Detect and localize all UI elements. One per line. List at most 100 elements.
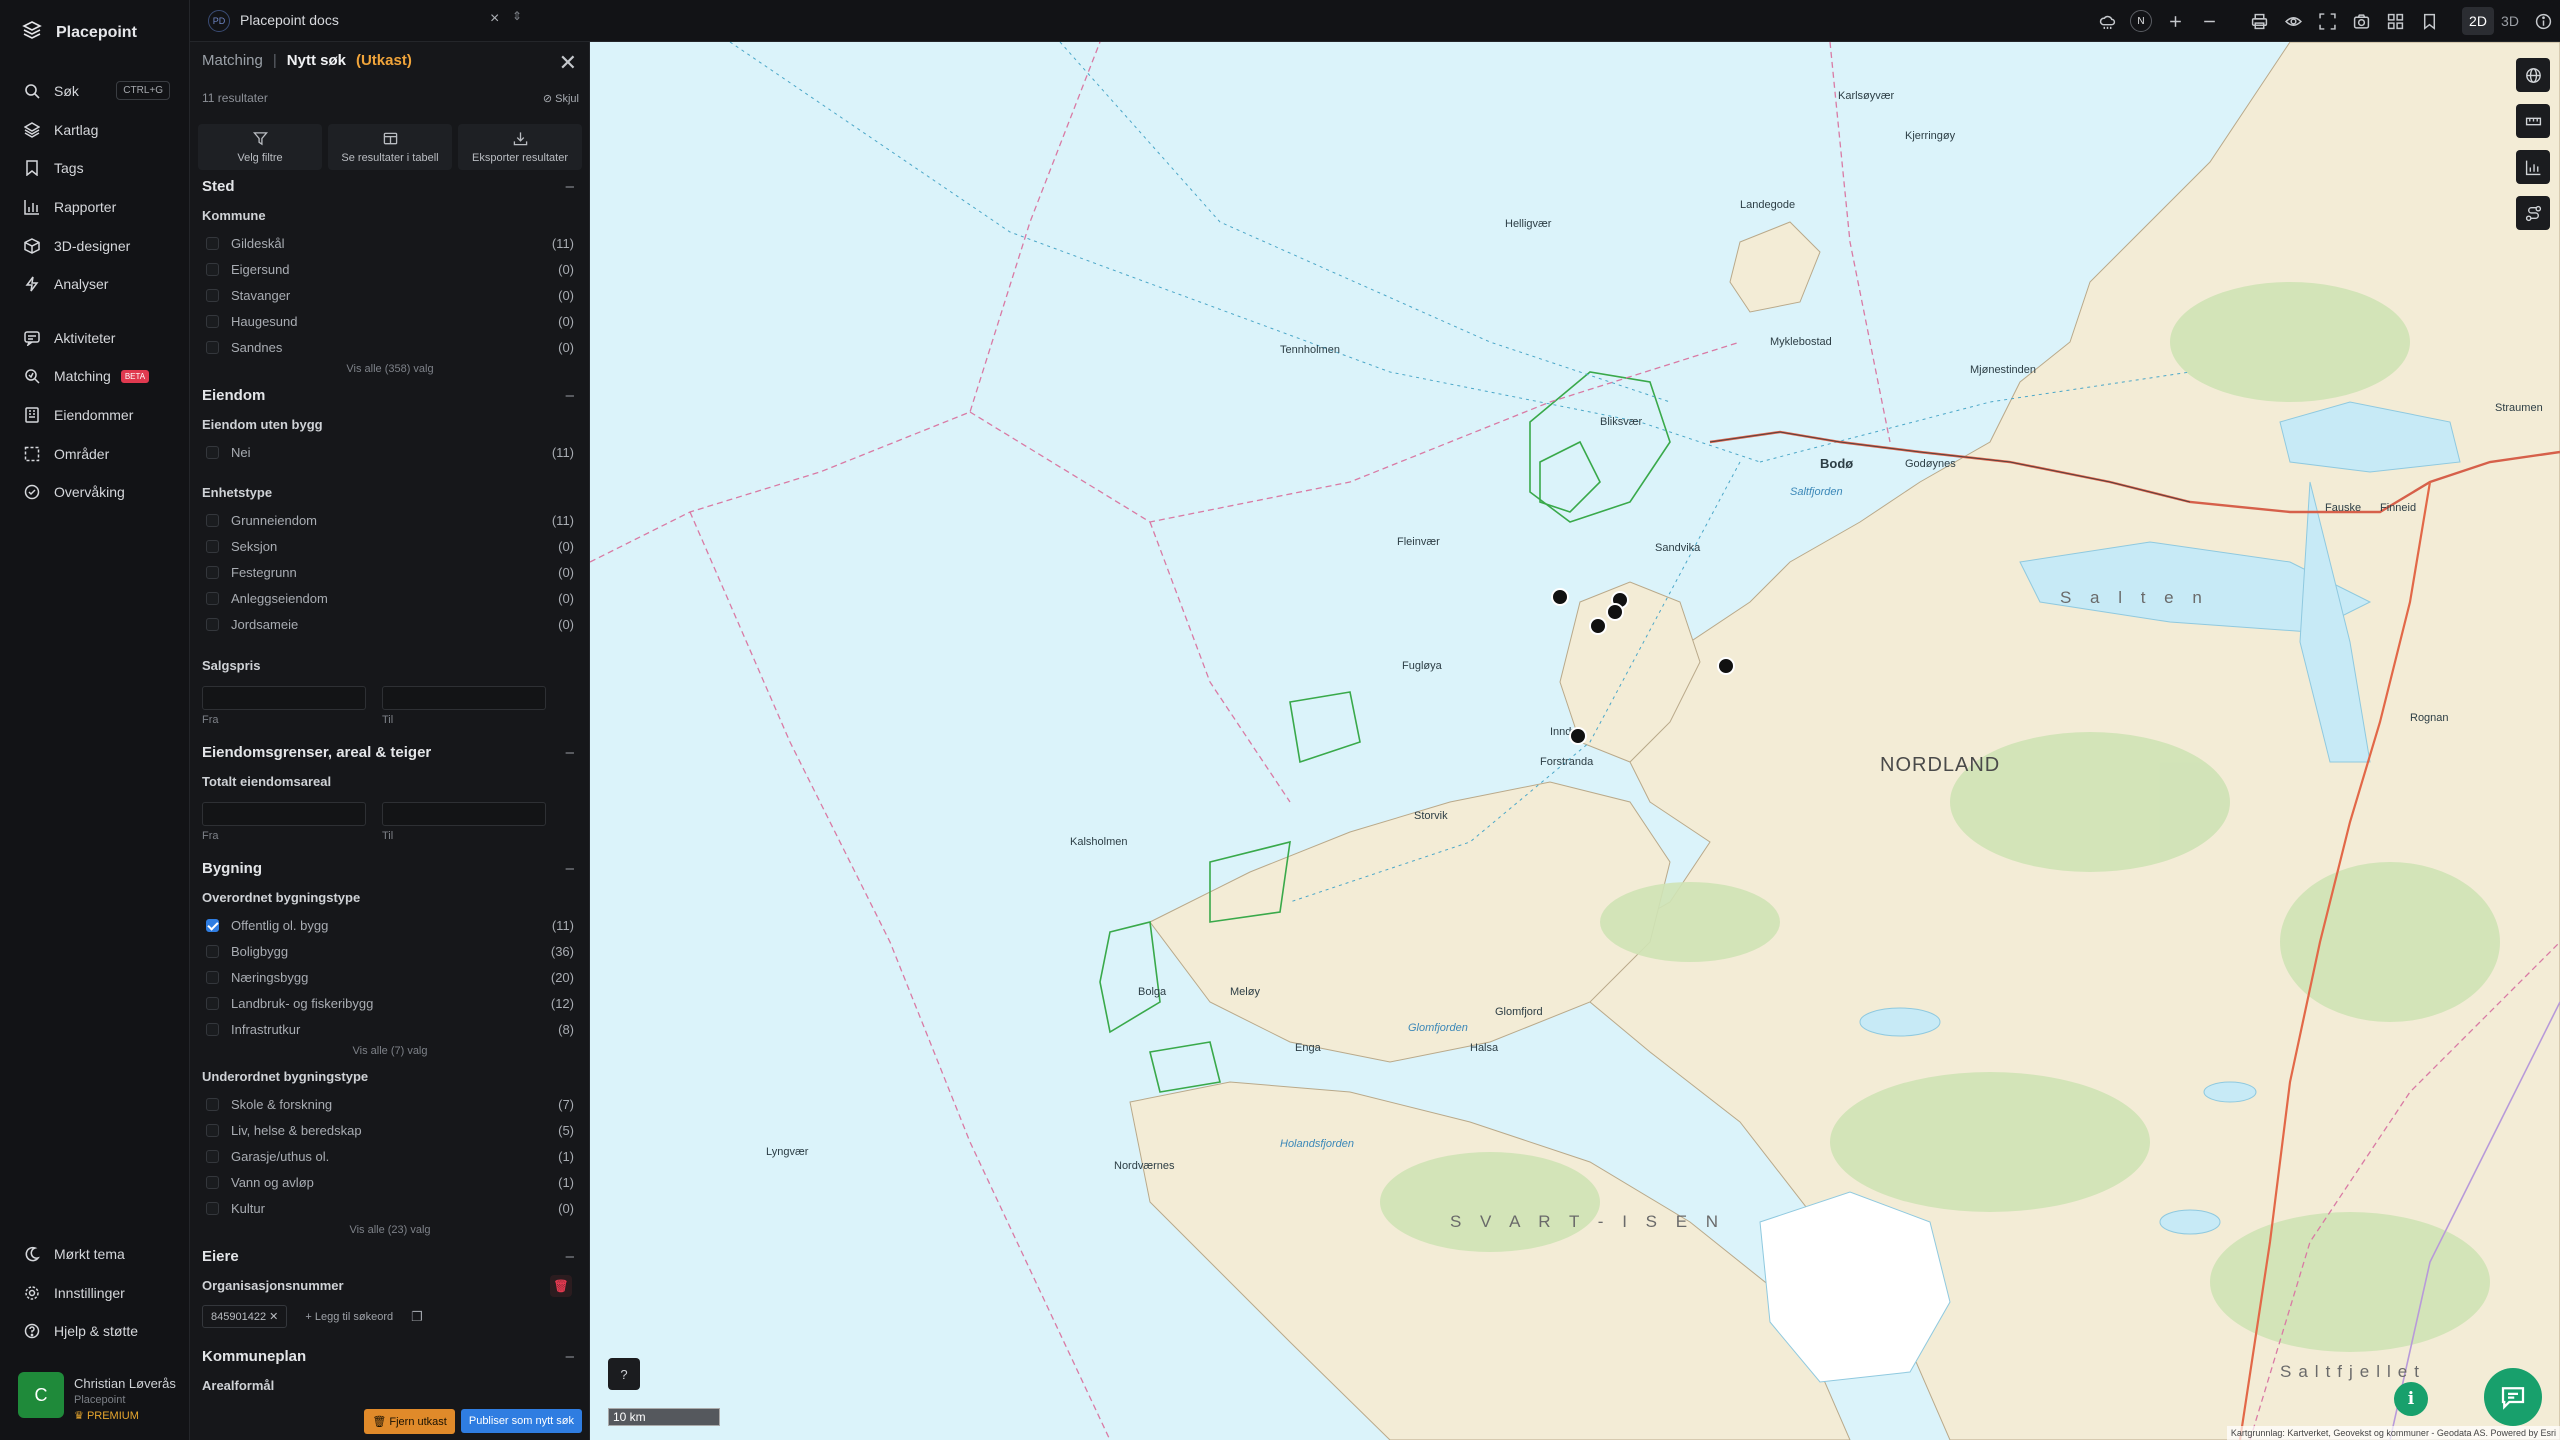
checkbox[interactable] (206, 539, 219, 553)
result-marker[interactable] (1589, 617, 1607, 635)
checkbox[interactable] (206, 618, 219, 632)
option-seksjon[interactable]: Seksjon (0) (202, 533, 578, 559)
breadcrumb-matching[interactable]: Matching (202, 52, 263, 69)
mode-3d-button[interactable]: 3D (2494, 7, 2526, 35)
section-kommuneplan[interactable]: Kommuneplan – (202, 1342, 578, 1372)
collapse-icon[interactable]: – (566, 738, 574, 768)
copy-icon[interactable]: ❐ (411, 1309, 423, 1325)
info-icon[interactable] (2526, 0, 2560, 42)
option-skole[interactable]: Skole & forskning (7) (202, 1091, 578, 1117)
option-sandnes[interactable]: Sandnes (0) (202, 335, 578, 361)
user-card[interactable]: C Christian Løverås Placepoint ♛ PREMIUM (18, 1372, 176, 1422)
result-marker[interactable] (1606, 603, 1624, 621)
zoom-in-icon[interactable] (2158, 0, 2192, 42)
weather-icon[interactable] (2090, 0, 2124, 42)
collapse-icon[interactable]: – (566, 854, 574, 884)
option-vann[interactable]: Vann og avløp (1) (202, 1170, 578, 1196)
nav-item-settings[interactable]: Innstillinger (0, 1274, 190, 1313)
mode-2d-button[interactable]: 2D (2462, 7, 2494, 35)
eye-icon[interactable] (2276, 0, 2310, 42)
option-nei[interactable]: Nei (11) (202, 439, 578, 465)
option-anleggseiendom[interactable]: Anleggseiendom (0) (202, 586, 578, 612)
show-all-link[interactable]: Vis alle (7) valg (202, 1043, 578, 1063)
show-all-link[interactable]: Vis alle (358) valg (202, 361, 578, 381)
panel-close-icon[interactable]: ✕ (559, 50, 577, 76)
compass-button[interactable]: N (2124, 0, 2158, 42)
option-kultur[interactable]: Kultur (0) (202, 1196, 578, 1222)
collapse-icon[interactable]: – (566, 172, 574, 202)
collapse-icon[interactable]: – (566, 1342, 574, 1372)
hide-button[interactable]: ⊘ Skjul (543, 92, 579, 105)
nav-item-analyser[interactable]: Analyser (0, 265, 190, 304)
option-gildeskal[interactable]: Gildeskål (11) (202, 230, 578, 256)
nav-item-3d-designer[interactable]: 3D-designer (0, 226, 190, 265)
checkbox[interactable] (206, 315, 219, 329)
result-marker[interactable] (1717, 657, 1735, 675)
checkbox[interactable] (206, 288, 219, 302)
checkbox[interactable] (206, 1202, 219, 1216)
collapse-icon[interactable]: – (566, 1242, 574, 1272)
globe-tool-icon[interactable] (2516, 58, 2550, 92)
show-all-link[interactable]: Vis alle (23) valg (202, 1222, 578, 1242)
chevron-updown-icon[interactable]: ⇕ (512, 9, 522, 23)
zoom-out-icon[interactable] (2192, 0, 2226, 42)
option-haugesund[interactable]: Haugesund (0) (202, 309, 578, 335)
checkbox[interactable] (206, 1097, 219, 1111)
section-bygning[interactable]: Bygning – (202, 854, 578, 884)
checkbox[interactable] (206, 997, 219, 1011)
camera-icon[interactable] (2344, 0, 2378, 42)
info-button[interactable]: i (2394, 1382, 2428, 1416)
checkbox[interactable] (206, 971, 219, 985)
option-infrastruktur[interactable]: Infrastrutkur (8) (202, 1017, 578, 1043)
areal-from-input[interactable] (202, 802, 366, 827)
result-marker[interactable] (1551, 588, 1569, 606)
nav-item-dark-theme[interactable]: Mørkt tema (0, 1235, 190, 1274)
checkbox[interactable] (206, 1023, 219, 1037)
result-marker[interactable] (1569, 727, 1587, 745)
option-jordsameie[interactable]: Jordsameie (0) (202, 612, 578, 638)
export-button[interactable]: Eksporter resultater (458, 124, 582, 170)
salgspris-to-input[interactable] (382, 686, 546, 711)
trash-icon[interactable]: 🗑 (550, 1274, 572, 1297)
collapse-icon[interactable]: – (566, 381, 574, 411)
nav-item-rapporter[interactable]: Rapporter (0, 188, 190, 227)
option-eigersund[interactable]: Eigersund (0) (202, 256, 578, 282)
option-landbruk[interactable]: Landbruk- og fiskeribygg (12) (202, 991, 578, 1017)
remove-draft-button[interactable]: 🗑 Fjern utkast (364, 1408, 455, 1434)
nav-item-eiendommer[interactable]: Eiendommer (0, 396, 190, 435)
option-offentlig[interactable]: Offentlig ol. bygg (11) (202, 912, 578, 938)
fullscreen-icon[interactable] (2310, 0, 2344, 42)
checkbox[interactable] (206, 1123, 219, 1137)
option-grunneiendom[interactable]: Grunneiendom (11) (202, 507, 578, 533)
option-naeringsbygg[interactable]: Næringsbygg (20) (202, 964, 578, 990)
option-boligbygg[interactable]: Boligbygg (36) (202, 938, 578, 964)
brand[interactable]: Placepoint (22, 20, 137, 45)
chip-remove-icon[interactable]: ✕ (269, 1311, 278, 1323)
section-grenser[interactable]: Eiendomsgrenser, areal & teiger – (202, 738, 578, 768)
option-festegrunn[interactable]: Festegrunn (0) (202, 560, 578, 586)
section-sted[interactable]: Sted – (202, 172, 578, 202)
show-table-button[interactable]: Se resultater i tabell (328, 124, 452, 170)
chart-tool-icon[interactable] (2516, 150, 2550, 184)
grid-icon[interactable] (2378, 0, 2412, 42)
nav-item-sok[interactable]: Søk CTRL+G (0, 72, 190, 111)
measure-tool-icon[interactable] (2516, 104, 2550, 138)
print-icon[interactable] (2242, 0, 2276, 42)
option-helse[interactable]: Liv, helse & beredskap (5) (202, 1117, 578, 1143)
route-tool-icon[interactable] (2516, 196, 2550, 230)
checkbox[interactable] (206, 513, 219, 527)
section-eiendom[interactable]: Eiendom – (202, 381, 578, 411)
section-eiere[interactable]: Eiere – (202, 1242, 578, 1272)
checkbox[interactable] (206, 1176, 219, 1190)
checkbox[interactable] (206, 592, 219, 606)
checkbox[interactable] (206, 236, 219, 250)
nav-item-help[interactable]: Hjelp & støtte (0, 1312, 190, 1351)
checkbox[interactable] (206, 944, 219, 958)
checkbox[interactable] (206, 262, 219, 276)
option-stavanger[interactable]: Stavanger (0) (202, 282, 578, 308)
doc-title[interactable]: Placepoint docs (240, 12, 339, 28)
nav-item-omrader[interactable]: Områder (0, 434, 190, 473)
nav-item-matching[interactable]: Matching BETA (0, 357, 190, 396)
salgspris-from-input[interactable] (202, 686, 366, 711)
close-icon[interactable]: × (490, 10, 499, 28)
